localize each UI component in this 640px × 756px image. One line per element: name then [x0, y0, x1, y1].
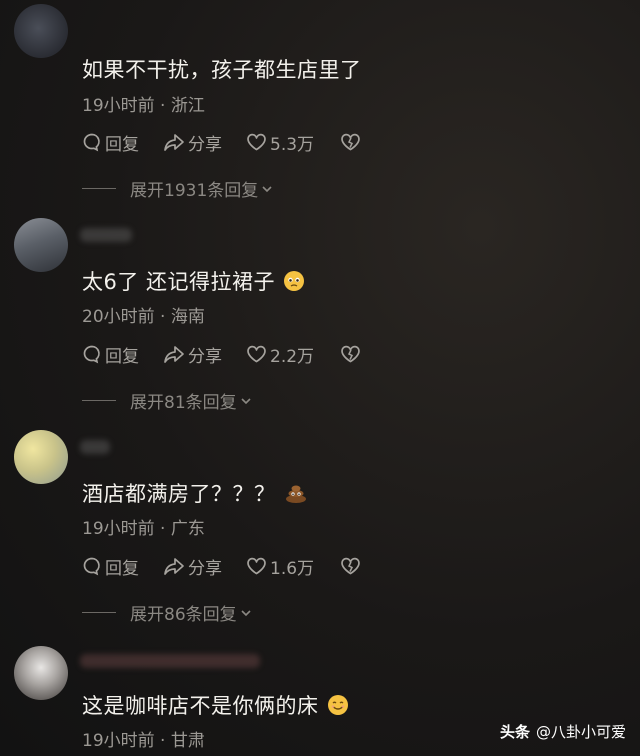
comment-text-content: 太6了 还记得拉裙子 — [82, 270, 276, 294]
like-button[interactable]: 2.2万 — [246, 342, 314, 367]
share-arrow-icon — [164, 134, 184, 151]
watermark: 头条 @八卦小可爱 — [500, 721, 626, 742]
reply-label: 回复 — [105, 558, 139, 579]
chevron-down-icon — [241, 609, 251, 616]
divider-line — [82, 188, 116, 189]
like-count: 5.3万 — [270, 134, 315, 155]
reply-button[interactable]: 回复 — [82, 130, 139, 155]
username[interactable] — [80, 228, 132, 242]
share-label: 分享 — [188, 558, 222, 579]
watermark-brand: 头条 — [499, 723, 530, 741]
dislike-button[interactable] — [340, 556, 364, 576]
heart-icon — [247, 557, 266, 575]
username[interactable] — [80, 440, 110, 454]
share-button[interactable]: 分享 — [163, 554, 222, 579]
divider-line — [82, 400, 116, 401]
expand-replies[interactable]: 展开1931条回复 — [82, 176, 274, 201]
chevron-down-icon — [262, 185, 272, 192]
comment-meta: 19小时前 · 甘肃 — [82, 731, 205, 751]
reply-button[interactable]: 回复 — [82, 554, 139, 579]
expand-replies-label: 展开86条回复 — [130, 605, 237, 625]
expand-replies[interactable]: 展开81条回复 — [82, 388, 253, 413]
expand-replies[interactable]: 展开86条回复 — [82, 600, 253, 625]
heart-icon — [247, 133, 266, 151]
reply-label: 回复 — [105, 346, 139, 367]
expand-replies-label: 展开81条回复 — [130, 393, 237, 413]
broken-heart-icon — [341, 557, 360, 575]
share-arrow-icon — [164, 346, 184, 363]
like-count: 1.6万 — [270, 558, 315, 579]
heart-icon — [247, 345, 266, 363]
comment-text: 太6了 还记得拉裙子 — [82, 266, 305, 297]
avatar[interactable] — [14, 218, 68, 272]
like-count: 2.2万 — [270, 346, 315, 367]
reply-button[interactable]: 回复 — [82, 342, 139, 367]
share-button[interactable]: 分享 — [163, 342, 222, 367]
share-arrow-icon — [164, 558, 184, 575]
expand-replies-label: 展开1931条回复 — [130, 181, 259, 201]
broken-heart-icon — [341, 133, 360, 151]
avatar[interactable] — [14, 4, 68, 58]
comment-actions: 回复 分享 2.2万 — [82, 342, 388, 367]
chevron-down-icon — [241, 397, 251, 404]
comment-text: 如果不干扰，孩子都生店里了 — [82, 58, 362, 82]
comment-meta: 19小时前 · 浙江 — [82, 96, 205, 116]
comment-bubble-icon — [83, 345, 100, 364]
smiling-face-icon — [327, 694, 349, 721]
avatar[interactable] — [14, 430, 68, 484]
like-button[interactable]: 1.6万 — [246, 554, 314, 579]
comment-text-content: 酒店都满房了？？？ — [82, 482, 276, 506]
comment-text: 这是咖啡店不是你俩的床 — [82, 690, 349, 721]
comment-text-content: 这是咖啡店不是你俩的床 — [82, 694, 319, 718]
comment-actions: 回复 分享 1.6万 — [82, 554, 388, 579]
comment-bubble-icon — [83, 557, 100, 576]
comment-meta: 20小时前 · 海南 — [82, 307, 205, 327]
broken-heart-icon — [341, 345, 360, 363]
comment-text: 酒店都满房了？？？ — [82, 478, 308, 509]
watermark-account: @八卦小可爱 — [535, 723, 626, 741]
comment-bubble-icon — [83, 133, 100, 152]
comment-actions: 回复 分享 5.3万 — [82, 130, 388, 155]
share-label: 分享 — [188, 134, 222, 155]
divider-line — [82, 612, 116, 613]
share-label: 分享 — [188, 346, 222, 367]
avatar[interactable] — [14, 646, 68, 700]
pleading-face-icon — [283, 270, 305, 297]
like-button[interactable]: 5.3万 — [246, 130, 314, 155]
comment-meta: 19小时前 · 广东 — [82, 519, 205, 539]
poop-icon — [284, 482, 308, 509]
dislike-button[interactable] — [340, 132, 364, 152]
share-button[interactable]: 分享 — [163, 130, 222, 155]
dislike-button[interactable] — [340, 344, 364, 364]
reply-label: 回复 — [105, 134, 139, 155]
username[interactable] — [80, 654, 260, 668]
